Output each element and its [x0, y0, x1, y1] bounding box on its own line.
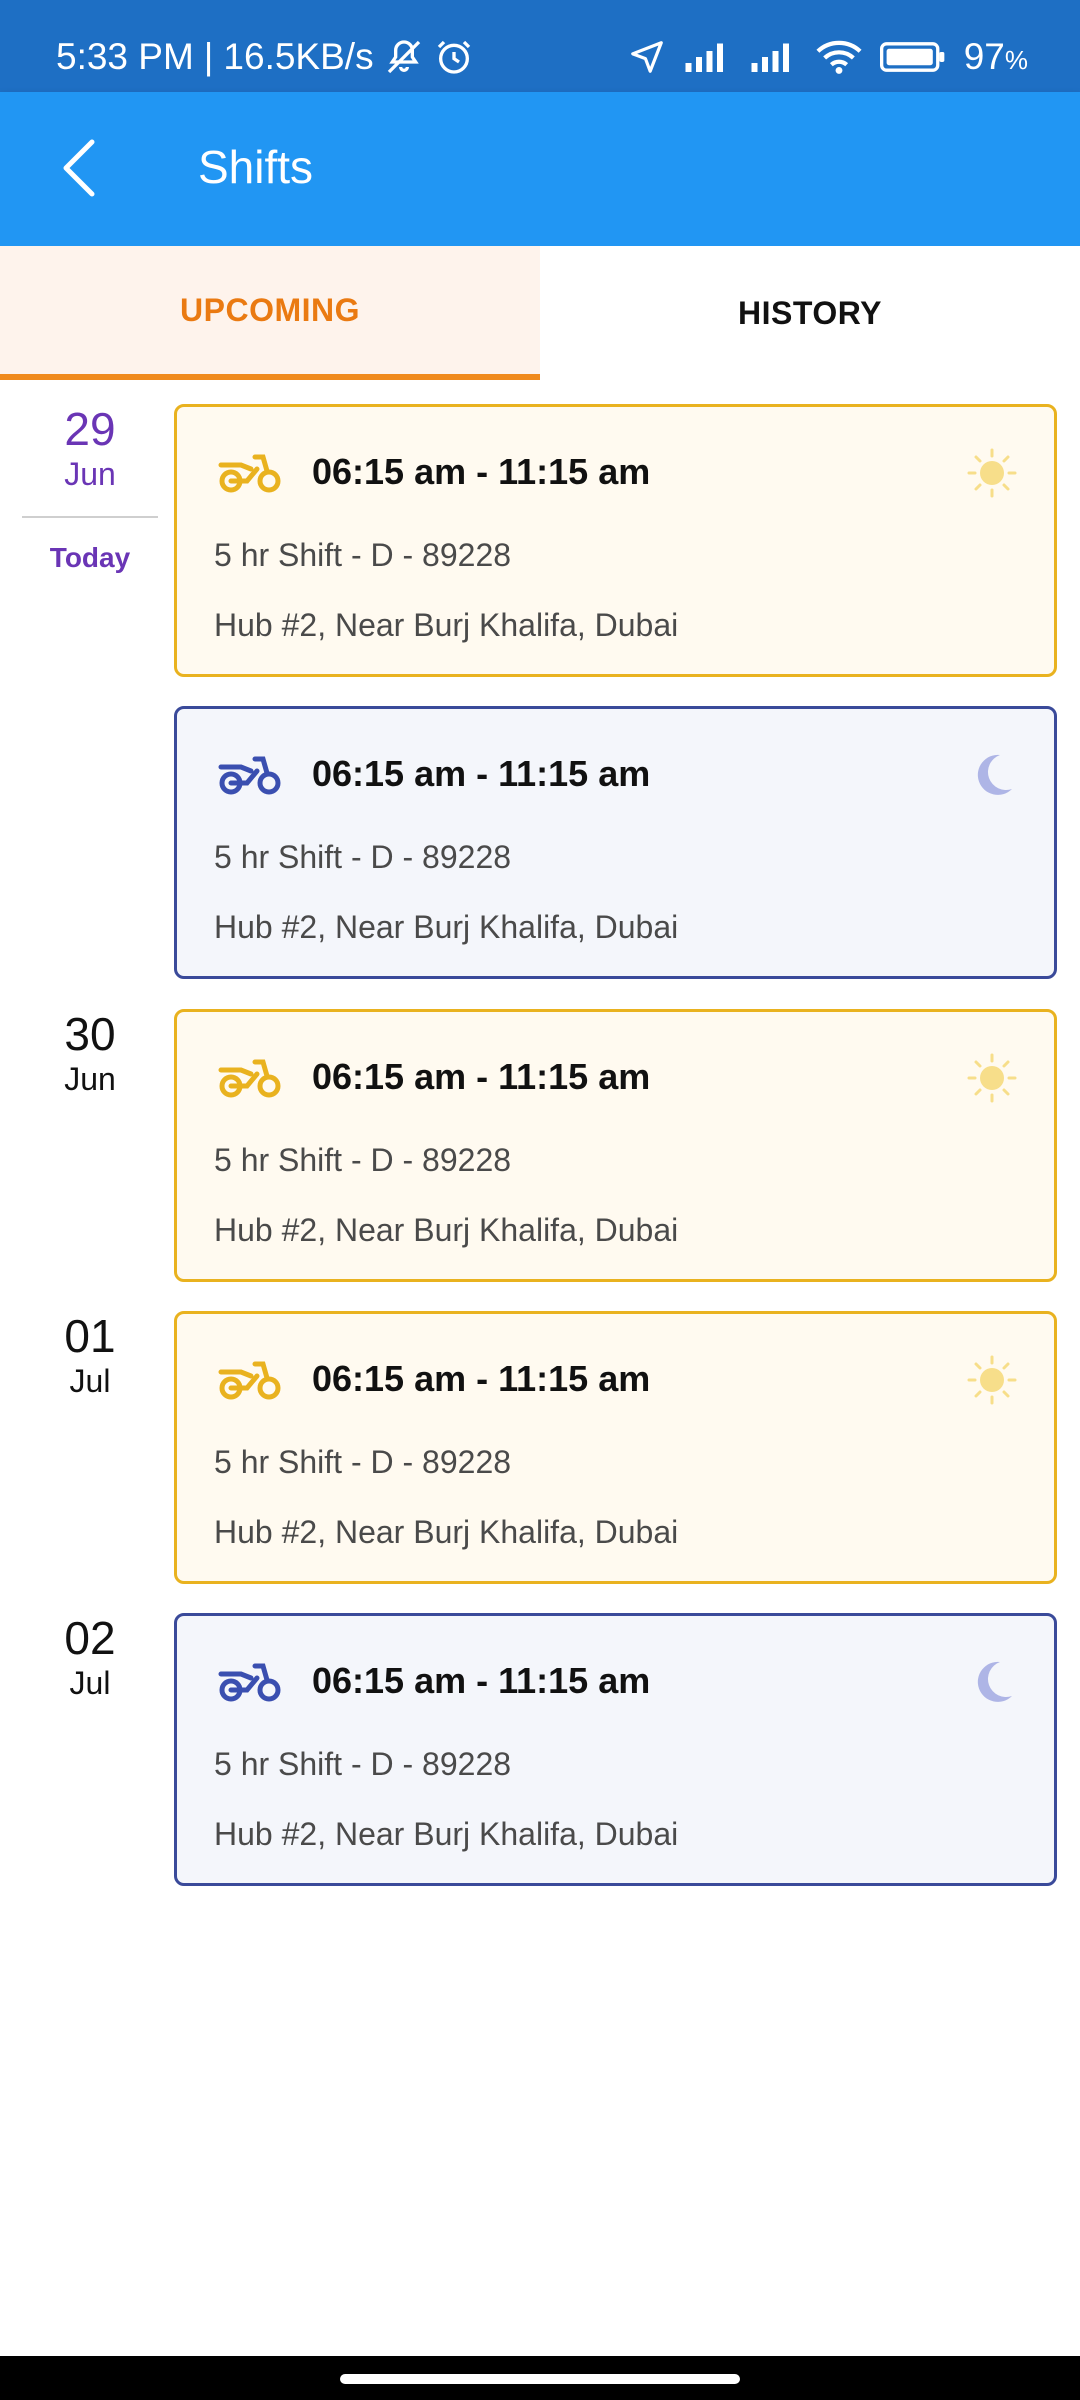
status-left: 5:33 PM | 16.5KB/s — [56, 36, 474, 78]
motorbike-icon — [217, 751, 283, 797]
app-bar: Shifts — [0, 92, 1080, 246]
status-time: 5:33 PM — [56, 36, 194, 77]
tab-bar: UPCOMING HISTORY — [0, 246, 1080, 380]
shift-time: 06:15 am - 11:15 am — [312, 451, 651, 492]
sun-icon — [966, 447, 1018, 499]
signal-icon — [684, 40, 732, 74]
date-day: 01 — [64, 1310, 116, 1362]
shift-location: Hub #2, Near Burj Khalifa, Dubai — [214, 909, 679, 945]
shift-card[interactable]: 06:15 am - 11:15 am 5 hr Shift - D - 892… — [174, 1009, 1057, 1282]
today-label: Today — [49, 541, 131, 573]
shift-location: Hub #2, Near Burj Khalifa, Dubai — [214, 1816, 679, 1852]
wifi-icon — [816, 39, 862, 75]
back-button[interactable] — [40, 130, 120, 210]
shift-time: 06:15 am - 11:15 am — [312, 1358, 651, 1399]
date-header: 01 Jul — [20, 1311, 160, 1399]
date-header: 30 Jun — [20, 1009, 160, 1097]
status-bar: 5:33 PM | 16.5KB/s 97% — [0, 0, 1080, 92]
sun-icon — [966, 1052, 1018, 1104]
back-arrow-icon — [60, 138, 100, 203]
status-speed: 16.5KB/s — [223, 36, 374, 77]
date-month: Jun — [64, 1060, 116, 1097]
date-month: Jul — [69, 1664, 111, 1701]
shift-card[interactable]: 06:15 am - 11:15 am 5 hr Shift - D - 892… — [174, 1311, 1057, 1584]
tab-upcoming[interactable]: UPCOMING — [0, 246, 540, 380]
date-month: Jun — [64, 455, 116, 492]
date-day: 29 — [64, 403, 116, 455]
date-header: 29 Jun Today — [20, 404, 160, 574]
shift-title: 5 hr Shift - D - 89228 — [214, 1142, 512, 1178]
shift-time: 06:15 am - 11:15 am — [312, 1056, 651, 1097]
mute-icon — [384, 37, 424, 77]
shift-title: 5 hr Shift - D - 89228 — [214, 1444, 512, 1480]
shift-title: 5 hr Shift - D - 89228 — [214, 839, 512, 875]
shift-location: Hub #2, Near Burj Khalifa, Dubai — [214, 607, 679, 643]
battery-icon — [879, 40, 946, 74]
page-title: Shifts — [198, 141, 314, 193]
date-day: 30 — [64, 1008, 116, 1060]
tab-history[interactable]: HISTORY — [540, 246, 1080, 380]
shift-card[interactable]: 06:15 am - 11:15 am 5 hr Shift - D - 892… — [174, 1613, 1057, 1886]
moon-icon — [966, 1656, 1018, 1708]
shift-title: 5 hr Shift - D - 89228 — [214, 537, 512, 573]
motorbike-icon — [217, 1054, 283, 1100]
shift-location: Hub #2, Near Burj Khalifa, Dubai — [214, 1514, 679, 1550]
motorbike-icon — [217, 449, 283, 495]
home-indicator[interactable] — [340, 2374, 740, 2384]
date-day: 02 — [64, 1612, 116, 1664]
date-header: 02 Jul — [20, 1613, 160, 1701]
shift-card[interactable]: 06:15 am - 11:15 am 5 hr Shift - D - 892… — [174, 706, 1057, 979]
date-month: Jul — [69, 1362, 111, 1399]
battery-level: 97% — [963, 36, 1028, 77]
location-icon — [628, 38, 666, 76]
shift-title: 5 hr Shift - D - 89228 — [214, 1746, 512, 1782]
shift-time: 06:15 am - 11:15 am — [312, 753, 651, 794]
shift-location: Hub #2, Near Burj Khalifa, Dubai — [214, 1212, 679, 1248]
moon-icon — [966, 749, 1018, 801]
shift-card[interactable]: 06:15 am - 11:15 am 5 hr Shift - D - 892… — [174, 404, 1057, 677]
shift-time: 06:15 am - 11:15 am — [312, 1660, 651, 1701]
signal-icon — [750, 40, 798, 74]
system-nav-bar — [0, 2356, 1080, 2400]
alarm-icon — [434, 37, 474, 77]
status-right: 97% — [628, 36, 1028, 78]
motorbike-icon — [217, 1356, 283, 1402]
status-separator: | — [203, 36, 214, 77]
motorbike-icon — [217, 1658, 283, 1704]
sun-icon — [966, 1354, 1018, 1406]
divider — [22, 515, 158, 518]
